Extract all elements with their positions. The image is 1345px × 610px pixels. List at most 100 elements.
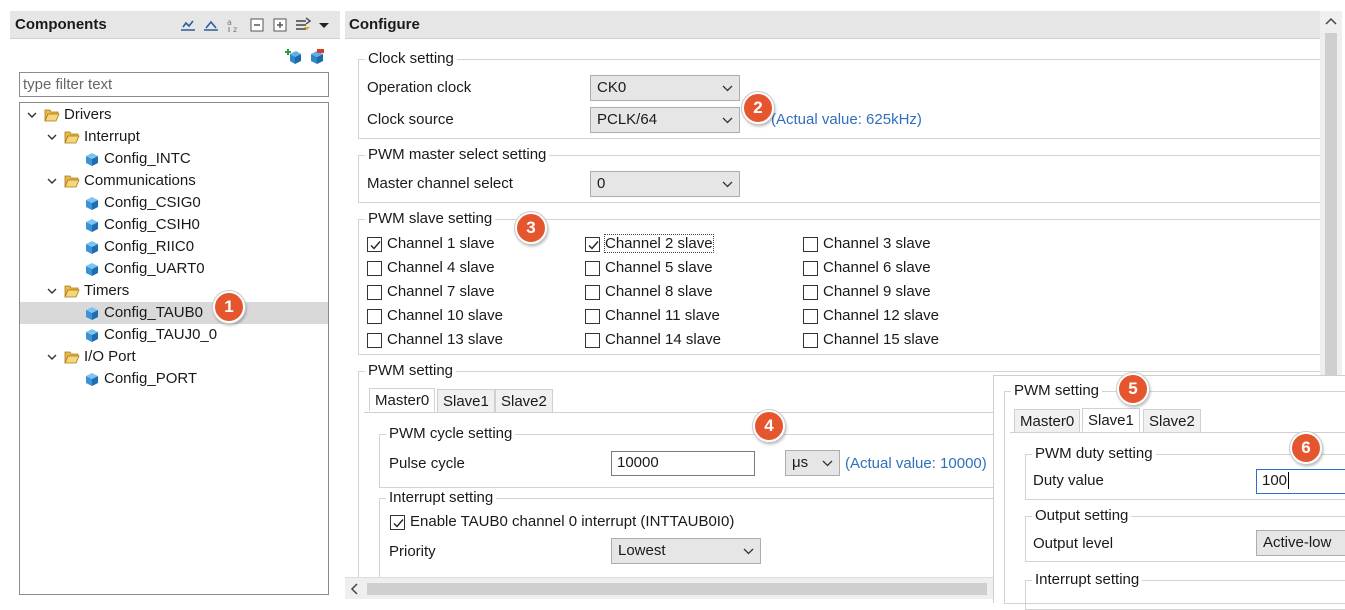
channel-slave-checkbox[interactable]: [803, 237, 818, 252]
overlay-tab-slave2[interactable]: Slave2: [1143, 409, 1201, 433]
expand-all-icon[interactable]: [203, 17, 219, 33]
tree-item-config-intc[interactable]: Config_INTC: [20, 148, 328, 170]
filter-input[interactable]: [19, 72, 329, 97]
channel-slave-label: Channel 14 slave: [605, 331, 721, 348]
master-channel-select[interactable]: 0: [590, 171, 740, 197]
chevron-down-icon[interactable]: [26, 109, 38, 121]
tree-item-config-port[interactable]: Config_PORT: [20, 368, 328, 390]
horizontal-scroll-thumb[interactable]: [367, 583, 987, 595]
pwm-setting-legend: PWM setting: [365, 362, 457, 379]
channel-slave-checkbox[interactable]: [585, 285, 600, 300]
duty-value-input[interactable]: 100: [1256, 469, 1345, 494]
scroll-left-icon[interactable]: [349, 583, 359, 595]
chevron-down-icon[interactable]: [46, 175, 58, 187]
component-cube-icon: [86, 219, 98, 232]
horizontal-scrollbar[interactable]: [345, 577, 995, 599]
chevron-down-icon[interactable]: [46, 285, 58, 297]
tree-item-config-taub0[interactable]: Config_TAUB0: [20, 302, 328, 324]
expand-icon[interactable]: [272, 17, 288, 33]
collapse-icon[interactable]: [249, 17, 265, 33]
slave1-overlay-panel: PWM setting Master0 Slave1 Slave2 PWM du…: [993, 375, 1345, 610]
tree-item-config-riic0[interactable]: Config_RIIC0: [20, 236, 328, 258]
channel-slave-checkbox[interactable]: [803, 285, 818, 300]
output-level-select[interactable]: Active-low: [1256, 530, 1345, 556]
channel-slave-checkbox[interactable]: [367, 261, 382, 276]
tree-label: Config_CSIH0: [104, 216, 200, 233]
chevron-down-icon[interactable]: [46, 351, 58, 363]
channel-slave-checkbox[interactable]: [585, 237, 600, 252]
step-badge: 1: [213, 291, 245, 323]
slave-setting-group: PWM slave setting Channel 1 slave Channel…: [358, 210, 1320, 355]
channel-slave-checkbox[interactable]: [803, 333, 818, 348]
pulse-unit-value: μs: [792, 454, 809, 471]
sort-az-icon[interactable]: az: [226, 17, 242, 33]
enable-interrupt-checkbox[interactable]: [390, 515, 405, 530]
clock-setting-group: Clock setting Operation clock CK0 Clock …: [358, 50, 1320, 139]
text-cursor: [1288, 472, 1290, 489]
scroll-up-icon[interactable]: [1325, 16, 1337, 26]
tree-label: Communications: [84, 172, 196, 189]
component-cube-icon: [86, 241, 98, 254]
components-title: Components: [15, 16, 107, 33]
channel-slave-label: Channel 3 slave: [823, 235, 931, 252]
operation-clock-select[interactable]: CK0: [590, 75, 740, 101]
tree-item-drivers[interactable]: Drivers: [20, 104, 328, 126]
output-level-value: Active-low: [1263, 534, 1332, 551]
overlay-tab-master0[interactable]: Master0: [1014, 409, 1081, 433]
tree-item-config-tauj0-0[interactable]: Config_TAUJ0_0: [20, 324, 328, 346]
collapse-all-icon[interactable]: [180, 17, 196, 33]
channel-slave-checkbox[interactable]: [585, 309, 600, 324]
channel-slave-label: Channel 10 slave: [387, 307, 503, 324]
channel-slave-checkbox[interactable]: [367, 285, 382, 300]
link-editor-icon[interactable]: [295, 17, 311, 33]
channel-slave-checkbox[interactable]: [367, 333, 382, 348]
folder-open-icon: [64, 175, 80, 188]
tab-slave2[interactable]: Slave2: [495, 389, 553, 413]
overlay-interrupt-group: Interrupt setting: [1025, 571, 1345, 610]
output-setting-group: Output setting Output level Active-low: [1025, 507, 1345, 562]
vertical-scroll-thumb[interactable]: [1325, 33, 1337, 378]
tree-label: Config_TAUJ0_0: [104, 326, 218, 343]
remove-component-icon[interactable]: [308, 48, 325, 65]
chevron-down-icon: [722, 117, 733, 124]
channel-slave-checkbox[interactable]: [803, 261, 818, 276]
priority-select[interactable]: Lowest: [611, 538, 761, 564]
tab-master0[interactable]: Master0: [369, 388, 436, 412]
component-tree: Drivers Interrupt Config_INTC Communicat…: [19, 102, 329, 595]
master-select-group: PWM master select setting Master channel…: [358, 146, 1320, 203]
chevron-down-icon[interactable]: [46, 131, 58, 143]
tree-item-config-csih0[interactable]: Config_CSIH0: [20, 214, 328, 236]
tree-item-timers[interactable]: Timers: [20, 280, 328, 302]
tab-slave1[interactable]: Slave1: [437, 389, 495, 413]
folder-open-icon: [64, 351, 80, 364]
pulse-cycle-input[interactable]: 10000: [611, 451, 755, 476]
vertical-scrollbar[interactable]: [1320, 11, 1342, 383]
svg-text:z: z: [233, 25, 237, 33]
channel-slave-checkbox[interactable]: [803, 309, 818, 324]
channel-slave-label: Channel 4 slave: [387, 259, 495, 276]
chevron-down-icon: [722, 85, 733, 92]
slave-setting-legend: PWM slave setting: [365, 210, 496, 227]
clock-setting-legend: Clock setting: [365, 50, 457, 67]
tree-item-io-port[interactable]: I/O Port: [20, 346, 328, 368]
channel-slave-checkbox[interactable]: [585, 333, 600, 348]
tree-label: Config_PORT: [104, 370, 198, 387]
tree-item-config-csig0[interactable]: Config_CSIG0: [20, 192, 328, 214]
tree-item-config-uart0[interactable]: Config_UART0: [20, 258, 328, 280]
tree-item-interrupt[interactable]: Interrupt: [20, 126, 328, 148]
view-menu-icon[interactable]: [316, 17, 332, 33]
tree-item-communications[interactable]: Communications: [20, 170, 328, 192]
component-cube-icon: [86, 373, 98, 386]
pulse-unit-select[interactable]: μs: [785, 450, 840, 476]
duty-setting-legend: PWM duty setting: [1032, 445, 1156, 462]
channel-slave-checkbox[interactable]: [367, 309, 382, 324]
component-cube-icon: [86, 197, 98, 210]
clock-source-select[interactable]: PCLK/64: [590, 107, 740, 133]
channel-slave-checkbox[interactable]: [367, 237, 382, 252]
channel-slave-checkbox[interactable]: [585, 261, 600, 276]
add-component-icon[interactable]: [285, 48, 302, 65]
overlay-tab-slave1[interactable]: Slave1: [1082, 408, 1140, 432]
folder-open-icon: [44, 109, 60, 122]
component-cube-icon: [86, 153, 98, 166]
duty-value-text: 100: [1262, 472, 1288, 489]
